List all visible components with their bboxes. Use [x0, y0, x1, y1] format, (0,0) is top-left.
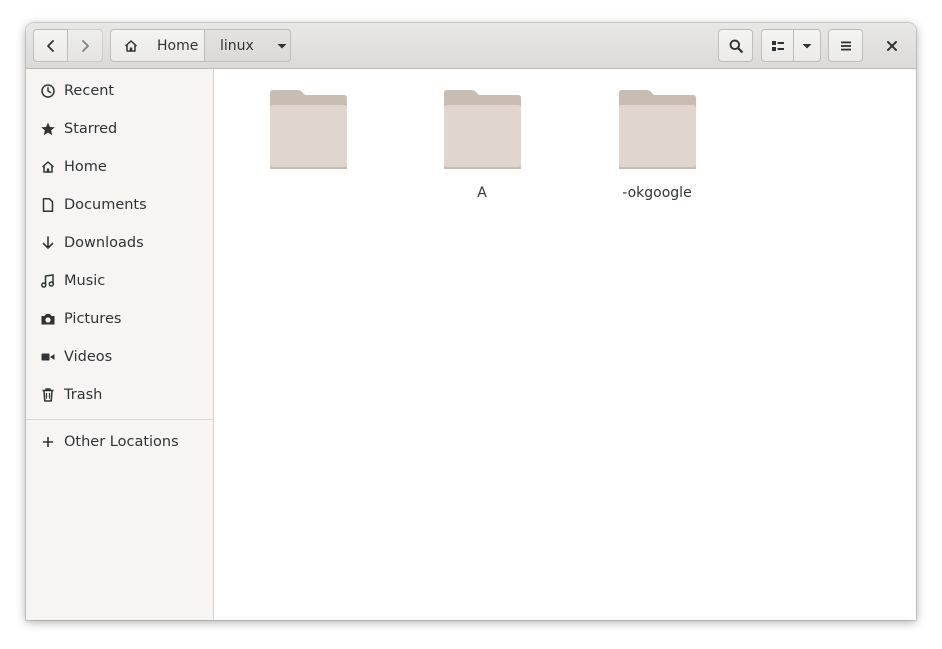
folder-item[interactable]: -okgoogle [592, 89, 722, 203]
file-name: -okgoogle [622, 185, 692, 201]
sidebar-item-downloads[interactable]: Downloads [26, 224, 213, 262]
folder-icon [268, 89, 348, 175]
view-menu-button[interactable] [794, 29, 821, 62]
pan-down-icon [801, 40, 813, 52]
forward-button[interactable] [68, 29, 103, 62]
sidebar-item-other-locations[interactable]: Other Locations [26, 423, 213, 461]
sidebar-item-music[interactable]: Music [26, 262, 213, 300]
home-icon [40, 159, 56, 175]
sidebar: Recent Starred Home Documents Downloads [26, 69, 214, 620]
header-bar: Home linux [26, 23, 916, 69]
plus-icon [40, 434, 56, 450]
sidebar-item-label: Videos [64, 349, 113, 365]
view-button[interactable] [761, 29, 794, 62]
trash-icon [40, 387, 56, 403]
go-previous-icon [43, 38, 59, 54]
folder-icon [617, 89, 697, 175]
search-button[interactable] [718, 29, 753, 62]
pan-down-icon [276, 40, 288, 52]
close-button[interactable] [876, 29, 908, 62]
back-button[interactable] [33, 29, 68, 62]
sidebar-item-pictures[interactable]: Pictures [26, 300, 213, 338]
main-menu-button[interactable] [828, 29, 863, 62]
path-current-button[interactable]: linux [205, 29, 291, 62]
go-next-icon [77, 38, 93, 54]
sidebar-item-label: Downloads [64, 235, 144, 251]
folder-item[interactable]: A [417, 89, 547, 203]
sidebar-item-label: Home [64, 159, 107, 175]
file-manager-window: Home linux Recent Starred Home Documents… [26, 23, 916, 620]
star-icon [40, 121, 56, 137]
sidebar-item-recent[interactable]: Recent [26, 72, 213, 110]
sidebar-item-label: Trash [64, 387, 103, 403]
open-menu-icon [838, 38, 854, 54]
folder-icon [442, 89, 522, 175]
sidebar-item-label: Documents [64, 197, 147, 213]
document-icon [40, 197, 56, 213]
sidebar-item-label: Other Locations [64, 434, 179, 450]
clock-icon [40, 83, 56, 99]
view-list-icon [770, 38, 786, 54]
sidebar-item-trash[interactable]: Trash [26, 376, 213, 414]
download-icon [40, 235, 56, 251]
sidebar-item-starred[interactable]: Starred [26, 110, 213, 148]
video-icon [40, 349, 56, 365]
sidebar-separator [26, 419, 213, 420]
path-current-label: linux [220, 37, 254, 54]
folder-item[interactable] [243, 89, 373, 203]
camera-icon [40, 311, 56, 327]
file-view: A -okgoogle [214, 69, 916, 620]
sidebar-item-label: Pictures [64, 311, 122, 327]
sidebar-item-label: Music [64, 273, 106, 289]
file-name: A [477, 185, 487, 201]
path-home-label: Home [157, 37, 199, 54]
path-home-button[interactable]: Home [110, 29, 205, 62]
home-icon [123, 38, 139, 54]
sidebar-item-documents[interactable]: Documents [26, 186, 213, 224]
close-icon [885, 39, 899, 53]
sidebar-item-home[interactable]: Home [26, 148, 213, 186]
sidebar-item-label: Starred [64, 121, 118, 137]
music-icon [40, 273, 56, 289]
sidebar-item-videos[interactable]: Videos [26, 338, 213, 376]
search-icon [728, 38, 744, 54]
sidebar-item-label: Recent [64, 83, 115, 99]
